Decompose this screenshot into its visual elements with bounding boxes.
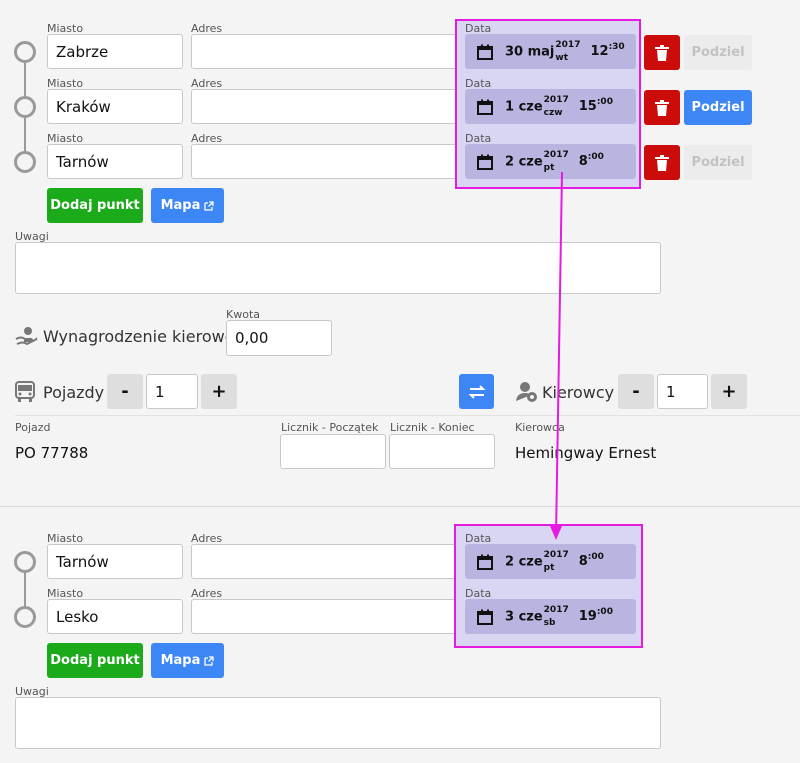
add-point-button[interactable]: Dodaj punkt [47,188,143,223]
address-input[interactable] [191,34,471,69]
trash-icon [655,154,669,171]
bus-icon [15,381,35,402]
calendar-icon [477,554,493,570]
vehicles-increment-button[interactable]: + [201,374,237,409]
remuneration-title: Wynagrodzenie kierowcy [43,326,243,346]
remuneration-title-row: Wynagrodzenie kierowcy [15,326,243,346]
address-input[interactable] [191,144,471,179]
date-minutes: :00 [596,97,613,107]
date-minutes: :30 [608,42,625,52]
timeline-dot [14,606,36,628]
vehicles-title-row: Pojazdy [15,381,104,403]
delete-point-button[interactable] [644,145,680,180]
drivers-title: Kierowcy [542,382,615,402]
delete-point-button[interactable] [644,35,680,70]
odometer-end-input[interactable] [389,434,495,469]
external-link-icon [204,655,215,666]
city-input[interactable]: Kraków [47,89,183,124]
city-input[interactable]: Lesko [47,599,183,634]
driver-icon [516,382,537,402]
odometer-end-label: Licznik - Koniec [390,421,475,434]
drivers-count-input[interactable]: 1 [657,374,708,409]
swap-button[interactable] [459,374,494,409]
odometer-start-label: Licznik - Początek [281,421,379,434]
date-year: 2017 [543,94,569,105]
date-weekday: sb [543,617,556,628]
date-day: 3 cze [505,609,543,624]
date-day: 2 cze [505,554,543,569]
delete-point-button[interactable] [644,90,680,125]
notes-textarea[interactable] [15,697,661,749]
address-input[interactable] [191,544,471,579]
city-input[interactable]: Tarnów [47,544,183,579]
vehicles-count-input[interactable]: 1 [146,374,198,409]
calendar-icon [477,44,493,60]
trash-icon [655,99,669,116]
notes-textarea[interactable] [15,242,661,294]
map-label: Mapa [160,198,201,213]
hand-money-icon [15,327,38,346]
address-input[interactable] [191,599,471,634]
timeline-dot [14,151,36,173]
date-picker[interactable]: 3 cze 2017 sb 19:00 [465,599,636,634]
trash-icon [655,44,669,61]
drivers-title-row: Kierowcy [515,381,614,403]
separator-line [15,415,800,416]
timeline-dot [14,41,36,63]
date-hour: 8 [578,554,588,569]
date-weekday: pt [543,562,555,573]
date-day: 30 maj [505,44,555,59]
address-input[interactable] [191,89,471,124]
city-input[interactable]: Tarnów [47,144,183,179]
swap-icon [468,384,485,399]
date-year: 2017 [543,149,569,160]
date-hour: 8 [578,154,588,169]
amount-input[interactable]: 0,00 [226,320,332,356]
map-button[interactable]: Mapa [151,643,224,678]
odometer-start-input[interactable] [280,434,386,469]
date-picker[interactable]: 2 cze 2017 pt 8:00 [465,144,636,179]
vehicle-value: PO 77788 [15,444,89,462]
date-minutes: :00 [587,152,604,162]
date-hour: 19 [578,609,597,624]
timeline-dot [14,96,36,118]
date-year: 2017 [543,604,569,615]
timeline-dot [14,551,36,573]
vehicles-decrement-button[interactable]: - [107,374,143,409]
vehicles-title: Pojazdy [43,382,105,402]
drivers-increment-button[interactable]: + [711,374,747,409]
date-weekday: pt [543,162,555,173]
split-button[interactable]: Podziel [684,145,752,180]
add-point-button[interactable]: Dodaj punkt [47,643,143,678]
date-day: 1 cze [505,99,543,114]
date-hour: 12 [590,44,609,59]
date-minutes: :00 [596,607,613,617]
calendar-icon [477,99,493,115]
date-year: 2017 [543,549,569,560]
date-day: 2 cze [505,154,543,169]
date-picker[interactable]: 2 cze 2017 pt 8:00 [465,544,636,579]
section-divider [0,506,800,507]
date-weekday: czw [543,107,563,118]
calendar-icon [477,609,493,625]
split-button[interactable]: Podziel [684,35,752,70]
date-year: 2017 [555,39,581,50]
city-input[interactable]: Zabrze [47,34,183,69]
drivers-decrement-button[interactable]: - [618,374,654,409]
driver-value: Hemingway Ernest [515,444,657,462]
external-link-icon [204,200,215,211]
date-weekday: wt [555,52,569,63]
map-label: Mapa [160,653,201,668]
driver-label: Kierowca [515,421,565,434]
split-button[interactable]: Podziel [684,90,752,125]
calendar-icon [477,154,493,170]
date-picker[interactable]: 1 cze 2017 czw 15:00 [465,89,636,124]
date-picker[interactable]: 30 maj 2017 wt 12:30 [465,34,636,69]
map-button[interactable]: Mapa [151,188,224,223]
vehicle-label: Pojazd [15,421,51,434]
date-hour: 15 [578,99,597,114]
date-minutes: :00 [587,552,604,562]
